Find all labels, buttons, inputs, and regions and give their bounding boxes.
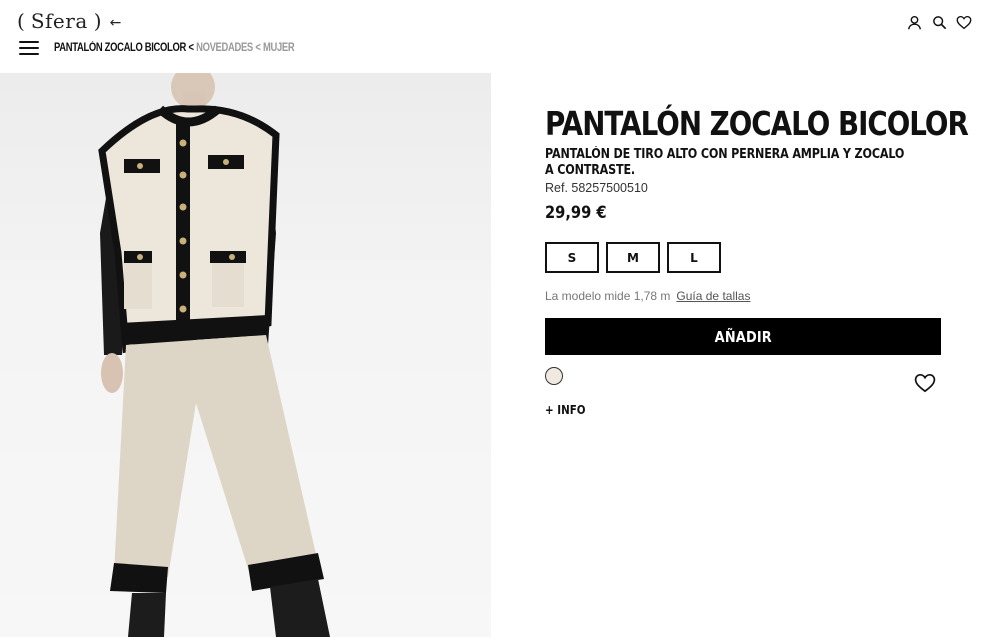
size-button-m[interactable]: M — [606, 242, 660, 273]
heart-icon[interactable] — [956, 14, 972, 30]
size-button-s[interactable]: S — [545, 242, 599, 273]
product-subtitle: PANTALÓN DE TIRO ALTO CON PERNERA AMPLIA… — [545, 147, 905, 178]
size-guide-link[interactable]: Guía de tallas — [676, 289, 750, 303]
logo-text: Sfera — [30, 9, 88, 33]
breadcrumb-link-novedades[interactable]: NOVEDADES — [196, 42, 253, 54]
search-icon[interactable] — [931, 14, 947, 30]
breadcrumb-separator: < — [188, 42, 194, 54]
breadcrumb-separator: < — [255, 42, 261, 54]
product-info: PANTALÓN ZOCALO BICOLOR PANTALÓN DE TIRO… — [545, 104, 969, 223]
breadcrumb-link-mujer[interactable]: MUJER — [263, 42, 295, 54]
product-reference: Ref. 58257500510 — [545, 181, 648, 195]
model-height-text: La modelo mide 1,78 m — [545, 289, 671, 303]
menu-icon[interactable] — [19, 41, 39, 55]
wishlist-heart-icon[interactable] — [914, 373, 936, 393]
product-image[interactable] — [0, 73, 491, 637]
user-icon[interactable] — [906, 14, 922, 30]
add-to-cart-button[interactable]: AÑADIR — [545, 318, 941, 355]
breadcrumb: PANTALÓN ZOCALO BICOLOR < NOVEDADES < MU… — [54, 42, 295, 54]
product-price: 29,99 € — [545, 203, 607, 223]
color-swatch[interactable] — [545, 367, 563, 385]
model-height-line: La modelo mide 1,78 m Guía de tallas — [545, 289, 750, 303]
logo[interactable]: ( Sfera ) ← — [17, 9, 121, 33]
size-selector: S M L — [545, 242, 721, 273]
more-info-link[interactable]: + INFO — [545, 403, 586, 417]
add-to-cart-label: AÑADIR — [714, 327, 772, 346]
breadcrumb-current: PANTALÓN ZOCALO BICOLOR — [54, 42, 186, 54]
header-icons — [906, 14, 972, 30]
back-arrow-icon[interactable]: ← — [110, 15, 122, 31]
logo-open-paren: ( — [17, 9, 25, 33]
size-button-l[interactable]: L — [667, 242, 721, 273]
logo-close-paren: ) — [93, 9, 102, 33]
product-title: PANTALÓN ZOCALO BICOLOR — [545, 104, 969, 143]
model-illustration — [98, 73, 330, 637]
